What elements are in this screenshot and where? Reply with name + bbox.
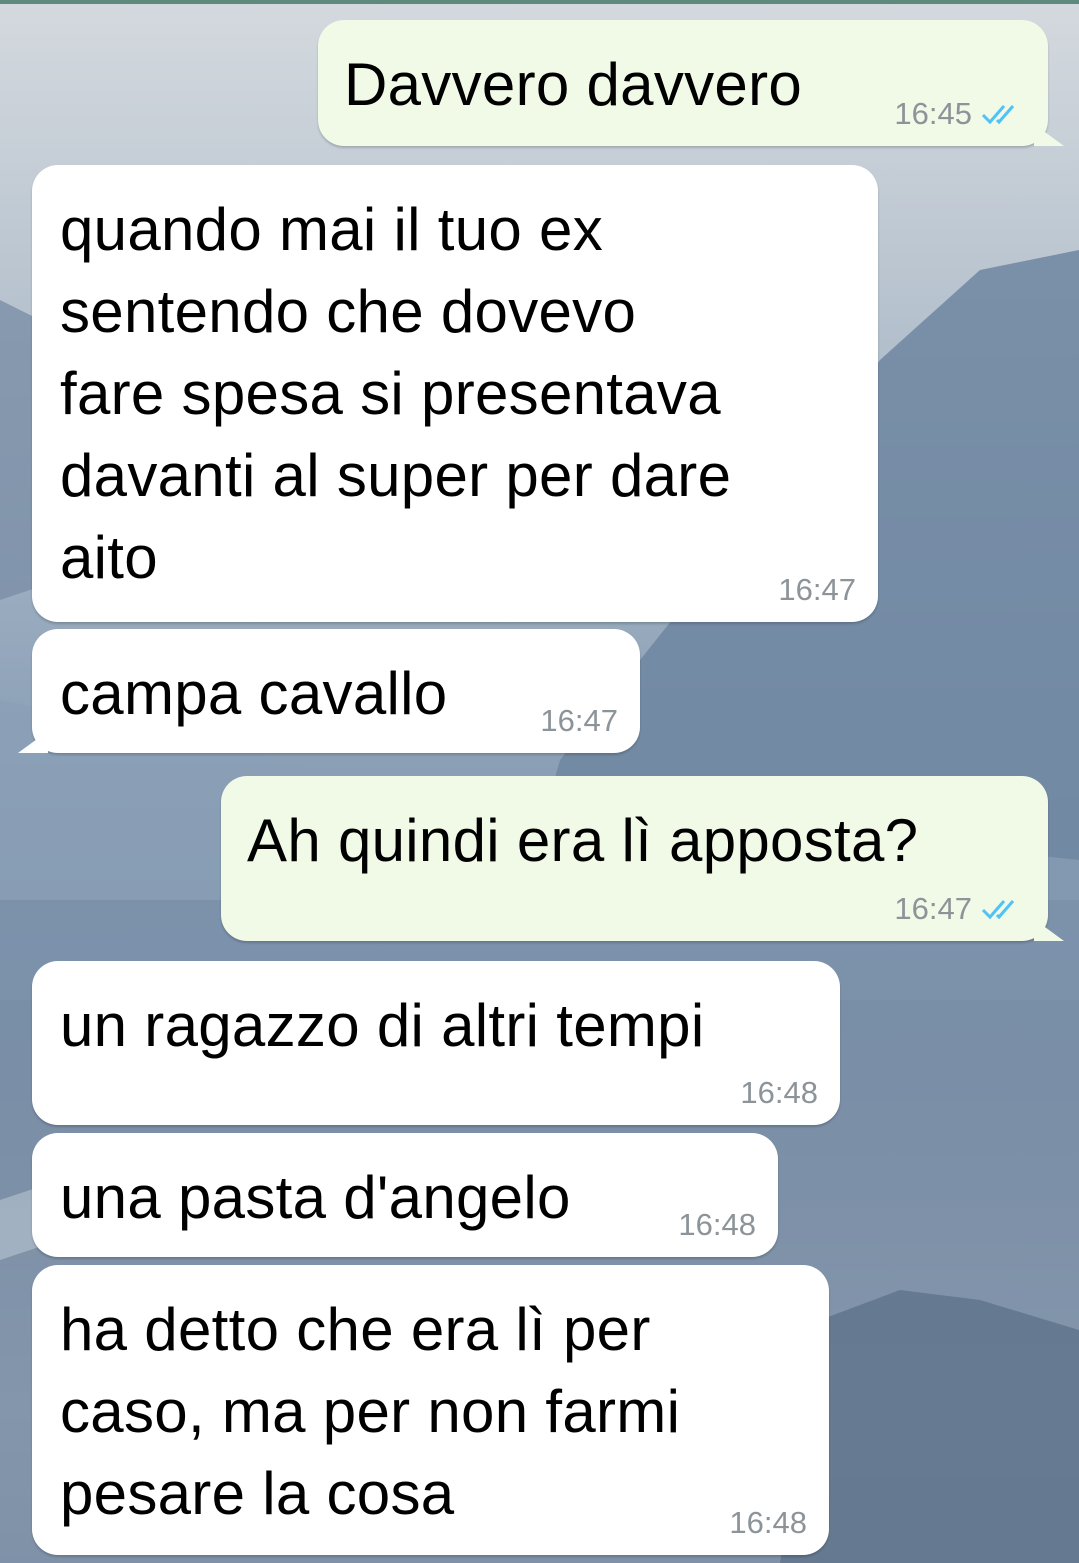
double-check-icon: [981, 105, 1015, 125]
bubble-tail: [18, 731, 48, 753]
message-time: 16:45: [894, 96, 972, 131]
message-bubble-outgoing[interactable]: Ah quindi era lì apposta? 16:47: [221, 776, 1064, 941]
message-time: 16:47: [540, 703, 618, 738]
message-time: 16:47: [778, 572, 856, 607]
message-text: Ah quindi era lì apposta?: [247, 807, 919, 874]
message-bubble-incoming[interactable]: ha detto che era lì per caso, ma per non…: [32, 1265, 829, 1555]
message-meta: 16:47: [894, 891, 1026, 927]
message-meta: 16:47: [778, 572, 856, 608]
message-meta: 16:48: [678, 1207, 756, 1243]
bubble-tail: [1034, 124, 1064, 146]
message-text: un ragazzo di altri tempi: [60, 992, 705, 1059]
message-time: 16:48: [740, 1075, 818, 1110]
message-bubble-incoming[interactable]: quando mai il tuo ex sentendo che dovevo…: [32, 165, 878, 622]
message-time: 16:48: [678, 1207, 756, 1242]
message-meta: 16:47: [540, 703, 618, 739]
bubble-tail: [1034, 919, 1064, 941]
message-bubble-incoming[interactable]: un ragazzo di altri tempi 16:48: [32, 961, 840, 1125]
message-meta: 16:48: [740, 1075, 818, 1111]
message-text: ha detto che era lì per caso, ma per non…: [60, 1296, 681, 1527]
message-time: 16:47: [894, 891, 972, 926]
message-meta: 16:48: [729, 1505, 807, 1541]
status-divider: [0, 0, 1079, 4]
message-bubble-incoming[interactable]: una pasta d'angelo 16:48: [32, 1133, 778, 1257]
message-bubble-outgoing[interactable]: Davvero davvero 16:45: [318, 20, 1064, 146]
message-time: 16:48: [729, 1505, 807, 1540]
message-bubble-incoming[interactable]: campa cavallo 16:47: [18, 629, 640, 753]
message-meta: 16:45: [894, 96, 1026, 132]
message-text: quando mai il tuo ex sentendo che dovevo…: [60, 196, 732, 591]
double-check-icon: [981, 900, 1015, 920]
message-text: una pasta d'angelo: [60, 1164, 571, 1231]
